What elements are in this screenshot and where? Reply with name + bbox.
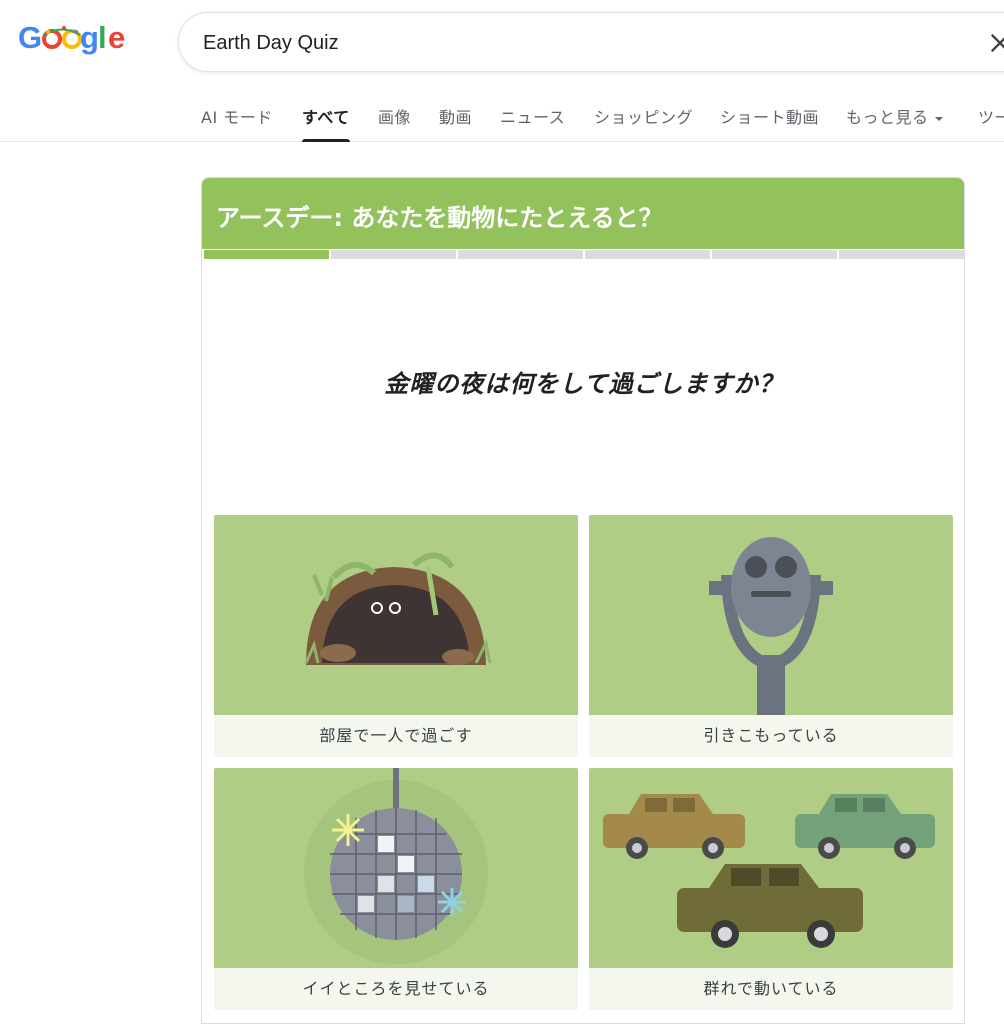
search-header: G g l e AI モード すべて 画像 動画 ニュース ショッピング ショー… bbox=[0, 0, 1004, 142]
cave-icon bbox=[304, 552, 492, 665]
tab-ai-mode[interactable]: AI モード bbox=[201, 104, 273, 142]
car-icon bbox=[603, 794, 745, 859]
quiz-card: アースデー: あなたを動物にたとえると？ 金曜の夜は何をして過ごしますか？ 部屋… bbox=[201, 177, 965, 1024]
quiz-option-staying-in[interactable]: 引きこもっている bbox=[589, 515, 953, 757]
svg-text:l: l bbox=[98, 20, 107, 55]
quiz-option-art bbox=[214, 515, 578, 715]
quiz-title: アースデー: あなたを動物にたとえると？ bbox=[216, 204, 663, 232]
tab-images[interactable]: 画像 bbox=[378, 104, 411, 142]
tab-shopping[interactable]: ショッピング bbox=[594, 104, 693, 142]
tab-more[interactable]: もっと見る bbox=[846, 104, 943, 142]
disco-ball-icon bbox=[304, 768, 488, 964]
quiz-option-label: 群れで動いている bbox=[589, 968, 953, 1010]
svg-text:e: e bbox=[108, 20, 125, 55]
tab-news[interactable]: ニュース bbox=[500, 104, 565, 142]
quiz-option-label: 引きこもっている bbox=[589, 715, 953, 757]
quiz-option-show-off[interactable]: イイところを見せている bbox=[214, 768, 578, 1010]
progress-segment bbox=[204, 250, 329, 259]
quiz-option-art bbox=[214, 768, 578, 968]
search-box[interactable] bbox=[178, 12, 1004, 72]
svg-text:g: g bbox=[80, 20, 99, 55]
car-icon bbox=[795, 794, 935, 859]
google-doodle-logo[interactable]: G g l e bbox=[18, 18, 128, 58]
cars-icon bbox=[603, 794, 935, 948]
close-icon[interactable] bbox=[987, 30, 1004, 56]
progress-segment bbox=[458, 250, 583, 259]
car-icon bbox=[677, 864, 863, 948]
quiz-option-label: イイところを見せている bbox=[214, 968, 578, 1010]
progress-segment bbox=[712, 250, 837, 259]
tab-all[interactable]: すべて bbox=[302, 104, 350, 142]
quiz-option-label: 部屋で一人で過ごす bbox=[214, 715, 578, 757]
caret-down-icon bbox=[934, 116, 943, 121]
quiz-header: アースデー: あなたを動物にたとえると？ bbox=[202, 178, 964, 249]
quiz-option-art bbox=[589, 515, 953, 715]
progress-segment bbox=[331, 250, 456, 259]
svg-text:G: G bbox=[18, 20, 42, 55]
quiz-option-art bbox=[589, 768, 953, 968]
quiz-option-move-in-herd[interactable]: 群れで動いている bbox=[589, 768, 953, 1010]
progress-segment bbox=[839, 250, 964, 259]
quiz-option-stay-in-room[interactable]: 部屋で一人で過ごす bbox=[214, 515, 578, 757]
tab-videos[interactable]: 動画 bbox=[439, 104, 472, 142]
quiz-question: 金曜の夜は何をして過ごしますか？ bbox=[384, 370, 784, 398]
tab-short-videos[interactable]: ショート動画 bbox=[720, 104, 819, 142]
binocular-viewer-icon bbox=[709, 537, 833, 715]
tab-tools[interactable]: ツー bbox=[978, 104, 1004, 142]
search-input[interactable] bbox=[203, 29, 903, 57]
quiz-progress-bar bbox=[204, 250, 964, 259]
progress-segment bbox=[585, 250, 710, 259]
search-tabs: AI モード すべて 画像 動画 ニュース ショッピング ショート動画 もっと見… bbox=[0, 96, 1004, 142]
